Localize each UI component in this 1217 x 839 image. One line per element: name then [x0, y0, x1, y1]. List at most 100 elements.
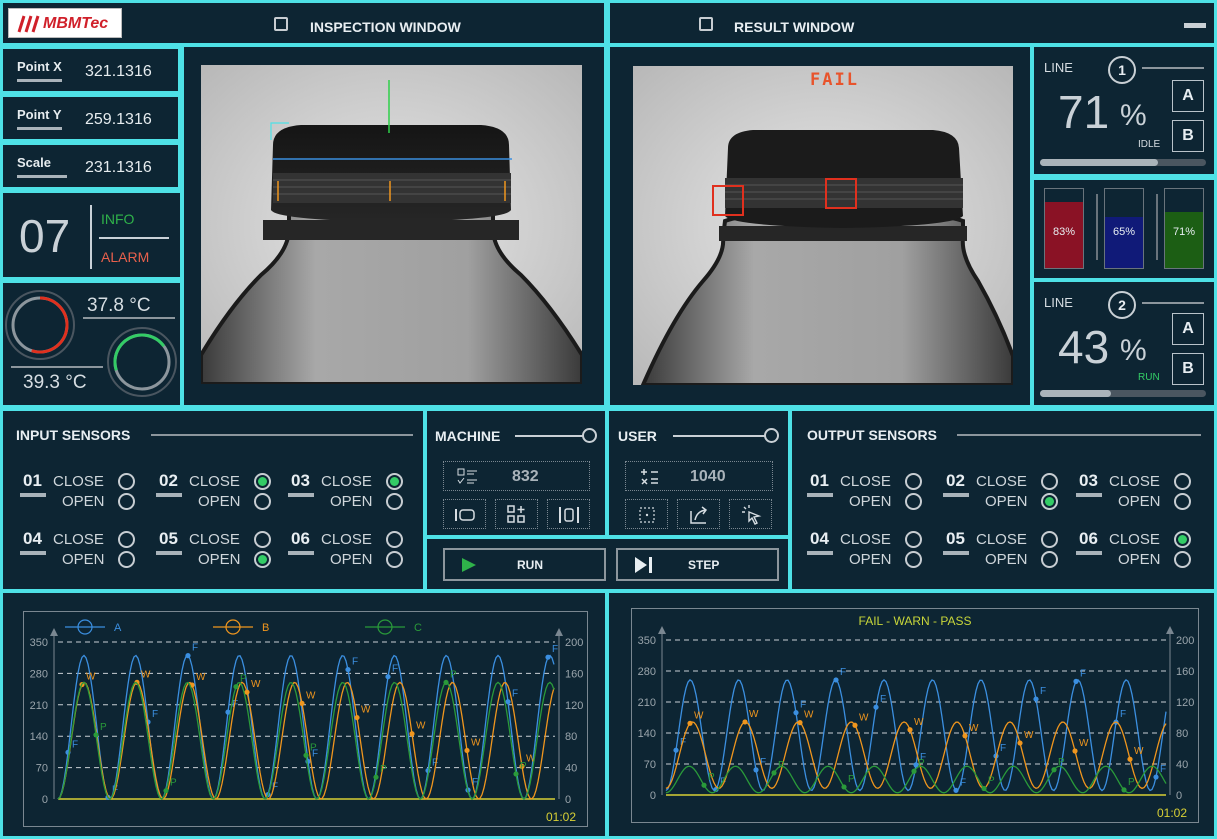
output-sensor-05-open-radio[interactable] — [1041, 551, 1058, 568]
input-sensor-03-close-radio[interactable] — [386, 473, 403, 490]
output-sensor-04-close-radio[interactable] — [905, 531, 922, 548]
scale-value: 231.1316 — [85, 159, 152, 176]
series-3-point — [373, 774, 379, 780]
y-right-tick-label: 80 — [1176, 728, 1188, 740]
user-btn-3[interactable] — [729, 499, 772, 529]
input-sensor-02-number: 02 — [156, 471, 182, 497]
output-sensor-03-open-radio[interactable] — [1174, 493, 1191, 510]
bar-divider — [1156, 194, 1158, 260]
series-2-point — [1017, 740, 1023, 746]
minimize-button[interactable] — [1184, 23, 1206, 28]
y-left-tick-label: 70 — [644, 759, 656, 771]
input-sensor-02-close-radio[interactable] — [254, 473, 271, 490]
series-3-point-label: P — [778, 760, 785, 771]
user-slider[interactable] — [673, 435, 773, 437]
export-icon — [690, 506, 708, 524]
input-sensor-02-open-radio[interactable] — [254, 493, 271, 510]
status-count: 07 — [19, 210, 71, 262]
output-sensor-02-close-radio[interactable] — [1041, 473, 1058, 490]
line-2-b-button[interactable]: B — [1172, 353, 1204, 385]
inspection-overlay — [270, 80, 512, 201]
line-1-panel: LINE 1 71 % IDLE A B — [1031, 44, 1217, 177]
series-1-point — [385, 674, 391, 680]
output-sensor-05-open-label: OPEN — [985, 551, 1028, 568]
play-icon — [462, 558, 476, 572]
machine-slider-knob[interactable] — [582, 428, 597, 443]
line-2-unit: % — [1120, 334, 1147, 367]
output-sensor-06-close-radio[interactable] — [1174, 531, 1191, 548]
alarm-indicator: ALARM — [101, 249, 150, 265]
input-sensor-04-close-radio[interactable] — [118, 531, 135, 548]
brand-logo: MBMTec — [8, 8, 122, 38]
input-sensor-03-open-radio[interactable] — [386, 493, 403, 510]
input-sensor-06-open-radio[interactable] — [386, 551, 403, 568]
series-2-point-label: W — [141, 669, 151, 680]
y-left-tick-label: 210 — [30, 700, 48, 712]
y-right-tick-label: 0 — [565, 794, 571, 806]
input-sensor-01-open-radio[interactable] — [118, 493, 135, 510]
series-3-point — [443, 679, 449, 686]
line-1-a-button[interactable]: A — [1172, 80, 1204, 112]
y-left-tick-label: 350 — [638, 635, 656, 647]
input-sensor-05-number: 05 — [156, 529, 182, 555]
machine-btn-3[interactable] — [547, 499, 590, 529]
output-sensor-04-open-radio[interactable] — [905, 551, 922, 568]
input-sensor-01-number: 01 — [20, 471, 46, 497]
machine-count: 832 — [512, 468, 539, 485]
input-sensor-05-open-radio[interactable] — [254, 551, 271, 568]
series-1-point — [1073, 678, 1079, 684]
line-2-progress-track — [1040, 390, 1206, 397]
series-2-point-label: W — [196, 672, 206, 683]
line-2-number-badge: 2 — [1108, 291, 1136, 319]
series-1-point — [873, 704, 879, 710]
line-1-b-button[interactable]: B — [1172, 120, 1204, 152]
output-sensor-04-number: 04 — [807, 529, 833, 555]
series-3-point — [93, 732, 99, 738]
input-sensor-06-number: 06 — [288, 529, 314, 555]
user-btn-2[interactable] — [677, 499, 720, 529]
output-sensor-05-close-radio[interactable] — [1041, 531, 1058, 548]
output-sensor-01-open-radio[interactable] — [905, 493, 922, 510]
input-sensor-06-close-radio[interactable] — [386, 531, 403, 548]
machine-slider[interactable] — [515, 435, 589, 437]
machine-btn-2[interactable] — [495, 499, 538, 529]
output-sensor-01-close-radio[interactable] — [905, 473, 922, 490]
series-2-point-label: W — [1079, 738, 1089, 749]
input-sensor-04-open-radio[interactable] — [118, 551, 135, 568]
result-window-checkbox[interactable] — [699, 17, 713, 31]
series-3-point-label: P — [918, 758, 925, 769]
logo-stripes-icon — [17, 15, 40, 33]
series-2-point-label: W — [416, 721, 426, 732]
series-2-point-label: W — [1134, 746, 1144, 757]
machine-btn-1[interactable] — [443, 499, 486, 529]
user-panel: USER 1040 — [606, 408, 791, 538]
output-sensor-03-close-radio[interactable] — [1174, 473, 1191, 490]
output-sensor-06-open-radio[interactable] — [1174, 551, 1191, 568]
checklist-icon — [457, 468, 477, 484]
y-right-tick-label: 40 — [1176, 759, 1188, 771]
temperature-2: 39.3 °C — [23, 372, 87, 393]
series-3-point-label: P — [520, 761, 527, 772]
result-camera-image: FAIL — [633, 66, 1013, 385]
level-bar-1: 83% — [1044, 188, 1084, 269]
status-box: 07 INFO ALARM — [0, 190, 183, 280]
user-slider-knob[interactable] — [764, 428, 779, 443]
step-button[interactable]: STEP — [616, 548, 779, 581]
legend-C-label: C — [414, 622, 422, 634]
input-sensor-05-close-radio[interactable] — [254, 531, 271, 548]
output-sensor-02-open-radio[interactable] — [1041, 493, 1058, 510]
line-2-label: LINE — [1044, 295, 1073, 310]
series-2-point — [464, 747, 470, 754]
series-1-point-label: F — [392, 664, 398, 675]
input-sensor-01-close-radio[interactable] — [118, 473, 135, 490]
run-button[interactable]: RUN — [443, 548, 606, 581]
level-bar-1-label: 83% — [1052, 226, 1076, 238]
series-2-point-label: W — [914, 717, 924, 728]
series-3-point — [513, 771, 519, 777]
temperature-box: 37.8 °C 39.3 °C — [0, 280, 183, 408]
line-2-a-button[interactable]: A — [1172, 313, 1204, 345]
input-sensor-01-close-label: CLOSE — [53, 473, 104, 490]
user-btn-1[interactable] — [625, 499, 668, 529]
inspection-window-checkbox[interactable] — [274, 17, 288, 31]
line-2-progress-fill — [1040, 390, 1112, 397]
